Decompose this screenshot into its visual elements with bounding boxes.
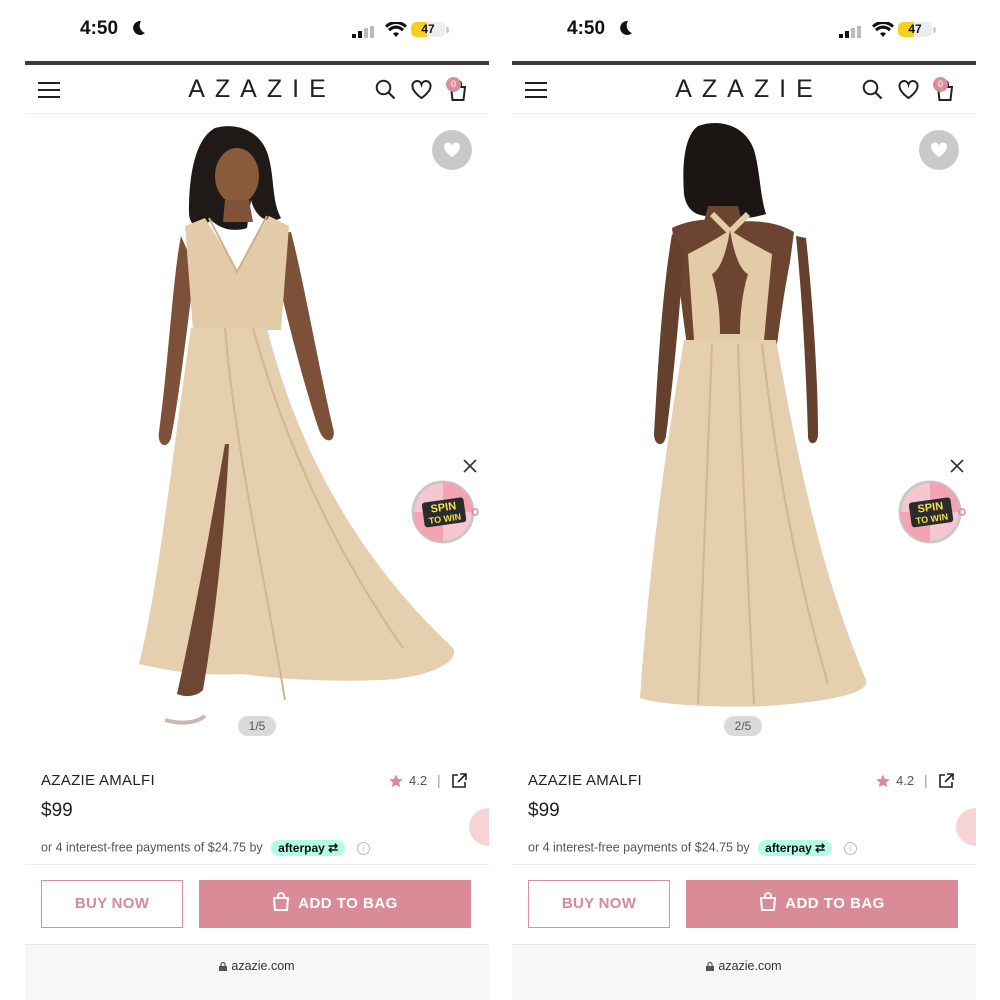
rating-separator: |: [924, 772, 928, 788]
search-icon[interactable]: [375, 79, 396, 100]
wifi-icon: [385, 22, 407, 37]
cellular-signal-icon: [839, 26, 861, 38]
product-photo-front: [139, 126, 455, 725]
status-bar: 4:50 47: [25, 0, 489, 60]
installments-row: or 4 interest-free payments of $24.75 by…: [528, 840, 857, 856]
screen-back-view: 4:50 47 AZAZIE 0 SPIN TO WIN 2/5 AZAZIE …: [512, 0, 976, 1000]
divider: [25, 864, 489, 865]
buy-now-button[interactable]: BUY NOW: [41, 880, 183, 928]
product-name: AZAZIE AMALFI: [41, 772, 155, 789]
image-counter: 2/5: [724, 716, 762, 736]
rating-separator: |: [437, 772, 441, 788]
afterpay-badge[interactable]: afterpay ⇄: [271, 840, 346, 856]
rating-value: 4.2: [896, 773, 915, 788]
battery-indicator: 47: [898, 22, 932, 37]
url-text: azazie.com: [231, 959, 295, 973]
battery-tip: [446, 27, 449, 33]
lock-icon: [706, 962, 715, 971]
spin-to-win-badge[interactable]: SPIN TO WIN: [898, 479, 970, 545]
rating-row: 4.2 |: [876, 772, 966, 791]
bag-icon: [273, 892, 290, 911]
rating-value: 4.2: [409, 773, 428, 788]
add-to-bag-label: ADD TO BAG: [298, 895, 398, 912]
heart-icon: [930, 142, 948, 157]
favorite-button[interactable]: [432, 130, 472, 170]
star-icon: [389, 774, 403, 788]
info-icon[interactable]: i: [356, 841, 370, 855]
screen-front-view: 4:50 47 AZAZIE 0 SPIN TO WIN 1/5 AZAZIE …: [25, 0, 489, 1000]
add-to-bag-label: ADD TO BAG: [785, 895, 885, 912]
installments-text: or 4 interest-free payments of $24.75 by: [41, 840, 263, 855]
bag-icon: [760, 892, 777, 911]
close-icon[interactable]: [950, 459, 964, 473]
afterpay-label: afterpay: [765, 841, 812, 855]
status-bar: 4:50 47: [512, 0, 976, 60]
heart-icon: [443, 142, 461, 157]
url-text: azazie.com: [718, 959, 782, 973]
chat-icon[interactable]: [956, 808, 976, 846]
battery-indicator: 47: [411, 22, 445, 37]
lock-icon: [219, 962, 228, 971]
product-image-carousel[interactable]: SPIN TO WIN 2/5: [512, 114, 976, 754]
url-row: azazie.com: [25, 959, 489, 973]
share-icon[interactable]: [451, 773, 467, 789]
battery-level: 47: [421, 22, 435, 36]
bag-count-badge: 0: [446, 77, 461, 92]
installments-text: or 4 interest-free payments of $24.75 by: [528, 840, 750, 855]
cellular-signal-icon: [352, 26, 374, 38]
close-icon[interactable]: [463, 459, 477, 473]
afterpay-badge[interactable]: afterpay ⇄: [758, 840, 833, 856]
url-row: azazie.com: [512, 959, 976, 973]
battery-level: 47: [908, 22, 922, 36]
browser-address-bar[interactable]: azazie.com: [25, 944, 489, 1000]
buy-now-button[interactable]: BUY NOW: [528, 880, 670, 928]
share-icon[interactable]: [938, 773, 954, 789]
add-to-bag-button[interactable]: ADD TO BAG: [199, 880, 471, 928]
site-header: AZAZIE 0: [512, 65, 976, 114]
product-price: $99: [41, 800, 73, 821]
image-counter: 1/5: [238, 716, 276, 736]
afterpay-label: afterpay: [278, 841, 325, 855]
status-time: 4:50: [80, 18, 119, 39]
moon-icon: [620, 20, 632, 35]
info-icon[interactable]: i: [843, 841, 857, 855]
product-image-carousel[interactable]: SPIN TO WIN 1/5: [25, 114, 489, 754]
browser-address-bar[interactable]: azazie.com: [512, 944, 976, 1000]
battery-tip: [933, 27, 936, 33]
search-icon[interactable]: [862, 79, 883, 100]
bag-count-badge: 0: [933, 77, 948, 92]
moon-icon: [133, 20, 145, 35]
divider: [512, 864, 976, 865]
favorite-button[interactable]: [919, 130, 959, 170]
wishlist-heart-icon[interactable]: [898, 80, 919, 100]
product-photo-back: [640, 123, 867, 707]
spin-to-win-badge[interactable]: SPIN TO WIN: [411, 479, 483, 545]
product-price: $99: [528, 800, 560, 821]
installments-row: or 4 interest-free payments of $24.75 by…: [41, 840, 370, 856]
site-header: AZAZIE 0: [25, 65, 489, 114]
star-icon: [876, 774, 890, 788]
add-to-bag-button[interactable]: ADD TO BAG: [686, 880, 958, 928]
wifi-icon: [872, 22, 894, 37]
wishlist-heart-icon[interactable]: [411, 80, 432, 100]
product-name: AZAZIE AMALFI: [528, 772, 642, 789]
chat-icon[interactable]: [469, 808, 489, 846]
rating-row: 4.2 |: [389, 772, 479, 791]
status-time: 4:50: [567, 18, 606, 39]
